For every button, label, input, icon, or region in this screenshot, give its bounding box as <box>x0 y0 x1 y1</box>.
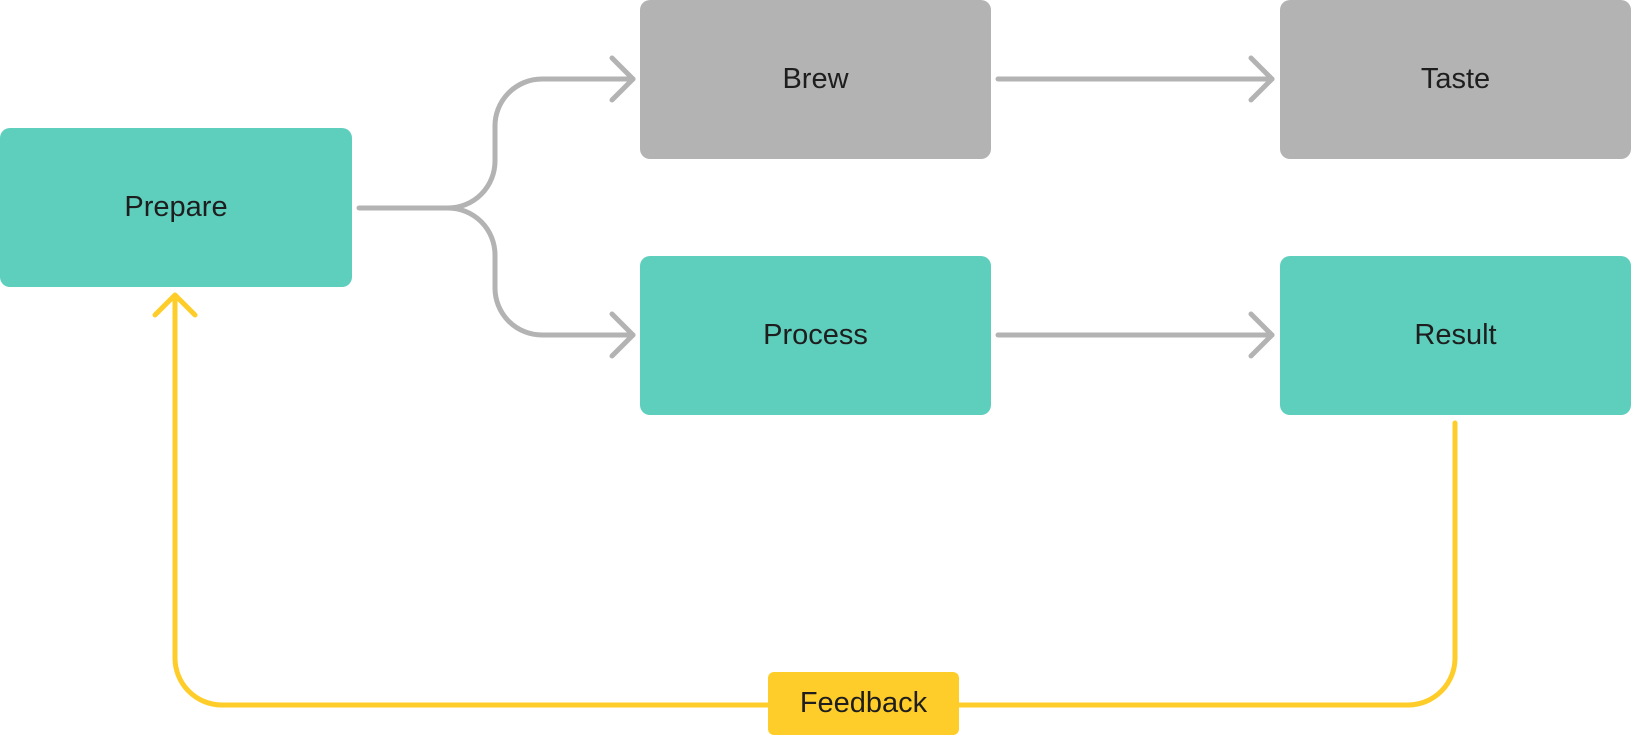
node-result-label: Result <box>1414 319 1497 351</box>
node-prepare-label: Prepare <box>124 191 228 223</box>
node-taste[interactable]: Taste <box>1280 0 1631 159</box>
node-prepare[interactable]: Prepare <box>0 128 352 287</box>
node-result[interactable]: Result <box>1280 256 1631 415</box>
node-brew-label: Brew <box>782 63 849 95</box>
connector-prepare-to-process <box>445 205 636 338</box>
connector-prepare-to-brew <box>356 76 636 211</box>
feedback-label: Feedback <box>768 672 959 735</box>
node-process-label: Process <box>763 319 868 351</box>
node-taste-label: Taste <box>1420 63 1491 95</box>
node-brew[interactable]: Brew <box>640 0 991 159</box>
node-process[interactable]: Process <box>640 256 991 415</box>
